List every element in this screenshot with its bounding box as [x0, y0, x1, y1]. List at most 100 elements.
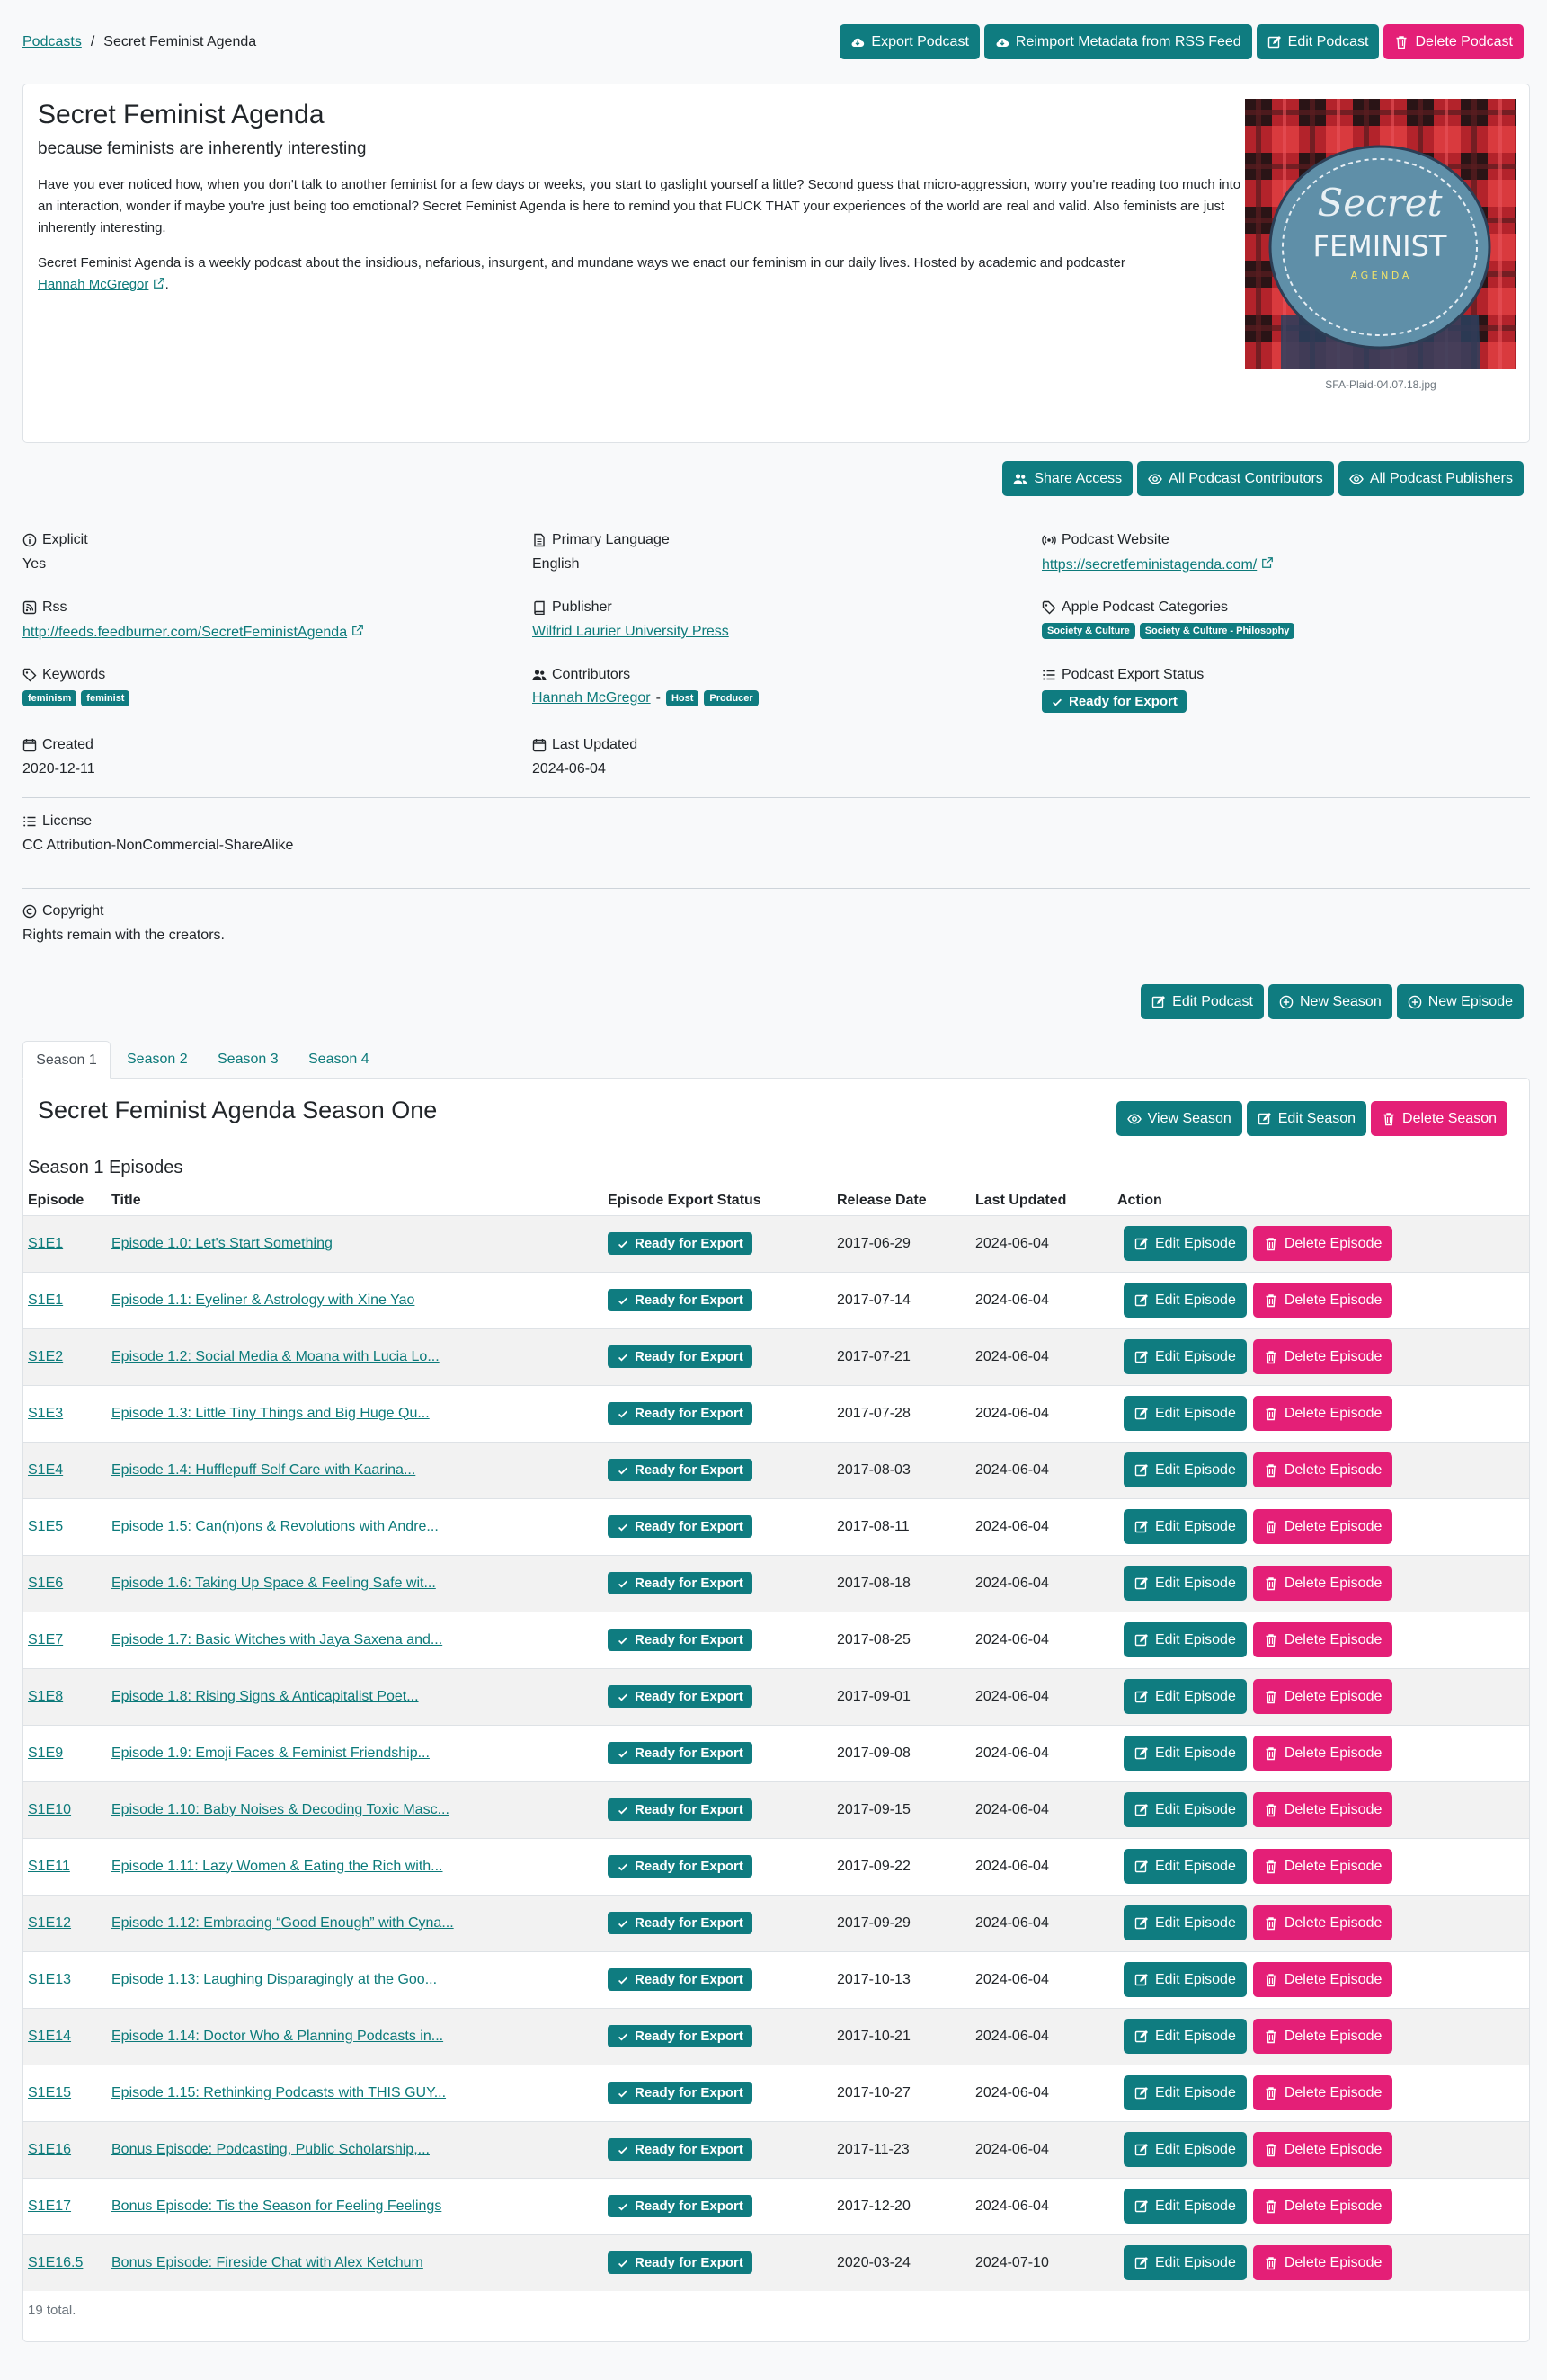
delete-episode-button[interactable]: Delete Episode: [1252, 1566, 1393, 1601]
export-podcast-button[interactable]: Export Podcast: [840, 24, 980, 59]
episode-title-link[interactable]: Episode 1.3: Little Tiny Things and Big …: [111, 1406, 430, 1421]
delete-episode-button[interactable]: Delete Episode: [1252, 1622, 1393, 1657]
edit-episode-button[interactable]: Edit Episode: [1124, 1792, 1247, 1827]
tab-season-4[interactable]: Season 4: [308, 1041, 369, 1079]
tab-season-3[interactable]: Season 3: [218, 1041, 279, 1079]
episode-title-link[interactable]: Episode 1.7: Basic Witches with Jaya Sax…: [111, 1632, 442, 1647]
edit-episode-button[interactable]: Edit Episode: [1124, 1736, 1247, 1771]
edit-episode-button[interactable]: Edit Episode: [1124, 1339, 1247, 1374]
delete-episode-button[interactable]: Delete Episode: [1252, 1962, 1393, 1997]
episode-number-link[interactable]: S1E1: [28, 1236, 63, 1251]
episode-number-link[interactable]: S1E11: [28, 1859, 70, 1874]
delete-podcast-button[interactable]: Delete Podcast: [1383, 24, 1524, 59]
contributor-link[interactable]: Hannah McGregor: [532, 690, 651, 706]
episode-title-link[interactable]: Bonus Episode: Podcasting, Public Schola…: [111, 2142, 430, 2157]
episode-number-link[interactable]: S1E3: [28, 1406, 63, 1421]
delete-episode-button[interactable]: Delete Episode: [1252, 1849, 1393, 1884]
episode-number-link[interactable]: S1E1: [28, 1292, 63, 1308]
episode-title-link[interactable]: Episode 1.14: Doctor Who & Planning Podc…: [111, 2029, 443, 2044]
host-link[interactable]: Hannah McGregor: [38, 277, 148, 292]
rss-link[interactable]: http://feeds.feedburner.com/SecretFemini…: [22, 625, 347, 640]
delete-episode-button[interactable]: Delete Episode: [1252, 2132, 1393, 2167]
episode-number-link[interactable]: S1E10: [28, 1802, 71, 1817]
edit-episode-button[interactable]: Edit Episode: [1124, 2245, 1247, 2281]
episode-number-link[interactable]: S1E4: [28, 1462, 63, 1478]
edit-podcast-button-2[interactable]: Edit Podcast: [1141, 984, 1264, 1019]
episode-title-link[interactable]: Episode 1.2: Social Media & Moana with L…: [111, 1349, 440, 1364]
episode-title-link[interactable]: Bonus Episode: Fireside Chat with Alex K…: [111, 2255, 423, 2270]
delete-episode-button[interactable]: Delete Episode: [1252, 2189, 1393, 2224]
edit-episode-button[interactable]: Edit Episode: [1124, 1452, 1247, 1488]
episode-number-link[interactable]: S1E8: [28, 1689, 63, 1704]
delete-episode-button[interactable]: Delete Episode: [1252, 1452, 1393, 1488]
delete-episode-button[interactable]: Delete Episode: [1252, 1283, 1393, 1318]
episode-number-link[interactable]: S1E14: [28, 2029, 71, 2044]
episode-number-link[interactable]: S1E16: [28, 2142, 71, 2157]
episode-number-link[interactable]: S1E13: [28, 1972, 71, 1987]
view-season-button[interactable]: View Season: [1116, 1101, 1242, 1136]
edit-episode-button[interactable]: Edit Episode: [1124, 1226, 1247, 1261]
edit-podcast-button[interactable]: Edit Podcast: [1256, 24, 1380, 59]
edit-episode-button[interactable]: Edit Episode: [1124, 1396, 1247, 1431]
episode-title-link[interactable]: Episode 1.0: Let's Start Something: [111, 1236, 333, 1251]
episode-title-link[interactable]: Episode 1.6: Taking Up Space & Feeling S…: [111, 1576, 436, 1591]
edit-episode-button[interactable]: Edit Episode: [1124, 2132, 1247, 2167]
episode-title-link[interactable]: Episode 1.10: Baby Noises & Decoding Tox…: [111, 1802, 449, 1817]
episode-title-link[interactable]: Episode 1.11: Lazy Women & Eating the Ri…: [111, 1859, 443, 1874]
delete-episode-button[interactable]: Delete Episode: [1252, 2019, 1393, 2054]
edit-episode-button[interactable]: Edit Episode: [1124, 1622, 1247, 1657]
episode-number-link[interactable]: S1E5: [28, 1519, 63, 1534]
episode-title-link[interactable]: Episode 1.13: Laughing Disparagingly at …: [111, 1972, 437, 1987]
delete-episode-button[interactable]: Delete Episode: [1252, 2245, 1393, 2281]
delete-episode-button[interactable]: Delete Episode: [1252, 1679, 1393, 1714]
tab-season-2[interactable]: Season 2: [127, 1041, 188, 1079]
all-publishers-button[interactable]: All Podcast Publishers: [1338, 461, 1524, 496]
delete-episode-button[interactable]: Delete Episode: [1252, 2075, 1393, 2110]
episode-number-link[interactable]: S1E16.5: [28, 2255, 83, 2270]
new-episode-button[interactable]: New Episode: [1396, 984, 1524, 1019]
edit-episode-button[interactable]: Edit Episode: [1124, 1905, 1247, 1940]
edit-episode-button[interactable]: Edit Episode: [1124, 1962, 1247, 1997]
episode-title-link[interactable]: Episode 1.9: Emoji Faces & Feminist Frie…: [111, 1745, 430, 1761]
episode-number-link[interactable]: S1E17: [28, 2198, 71, 2214]
episode-title-link[interactable]: Episode 1.15: Rethinking Podcasts with T…: [111, 2085, 446, 2100]
episode-number-link[interactable]: S1E2: [28, 1349, 63, 1364]
share-access-button[interactable]: Share Access: [1002, 461, 1134, 496]
delete-episode-button[interactable]: Delete Episode: [1252, 1905, 1393, 1940]
delete-season-button[interactable]: Delete Season: [1371, 1101, 1507, 1136]
edit-season-button[interactable]: Edit Season: [1246, 1101, 1367, 1136]
episode-title-link[interactable]: Episode 1.1: Eyeliner & Astrology with X…: [111, 1292, 414, 1308]
delete-episode-button[interactable]: Delete Episode: [1252, 1509, 1393, 1544]
new-season-button[interactable]: New Season: [1268, 984, 1392, 1019]
episode-cell: S1E13: [23, 1950, 111, 2008]
edit-episode-button[interactable]: Edit Episode: [1124, 2189, 1247, 2224]
delete-episode-button[interactable]: Delete Episode: [1252, 1339, 1393, 1374]
breadcrumb-podcasts-link[interactable]: Podcasts: [22, 34, 82, 50]
delete-episode-button[interactable]: Delete Episode: [1252, 1792, 1393, 1827]
publisher-link[interactable]: Wilfrid Laurier University Press: [532, 624, 729, 639]
delete-episode-button[interactable]: Delete Episode: [1252, 1226, 1393, 1261]
episode-title-link[interactable]: Episode 1.12: Embracing “Good Enough” wi…: [111, 1915, 454, 1931]
delete-episode-button[interactable]: Delete Episode: [1252, 1736, 1393, 1771]
delete-episode-button[interactable]: Delete Episode: [1252, 1396, 1393, 1431]
edit-episode-button[interactable]: Edit Episode: [1124, 1566, 1247, 1601]
tab-season-1[interactable]: Season 1: [22, 1041, 111, 1079]
episode-number-link[interactable]: S1E15: [28, 2085, 71, 2100]
episode-number-link[interactable]: S1E6: [28, 1576, 63, 1591]
reimport-metadata-button[interactable]: Reimport Metadata from RSS Feed: [983, 24, 1252, 59]
episode-title-link[interactable]: Episode 1.4: Hufflepuff Self Care with K…: [111, 1462, 415, 1478]
episode-title-link[interactable]: Bonus Episode: Tis the Season for Feelin…: [111, 2198, 441, 2214]
episode-number-link[interactable]: S1E7: [28, 1632, 63, 1647]
edit-episode-button[interactable]: Edit Episode: [1124, 1849, 1247, 1884]
all-contributors-button[interactable]: All Podcast Contributors: [1137, 461, 1334, 496]
edit-episode-button[interactable]: Edit Episode: [1124, 2019, 1247, 2054]
edit-episode-button[interactable]: Edit Episode: [1124, 1283, 1247, 1318]
episode-number-link[interactable]: S1E12: [28, 1915, 71, 1931]
episode-title-link[interactable]: Episode 1.5: Can(n)ons & Revolutions wit…: [111, 1519, 439, 1534]
edit-episode-button[interactable]: Edit Episode: [1124, 1679, 1247, 1714]
website-link[interactable]: https://secretfeministagenda.com/: [1042, 557, 1257, 573]
edit-episode-button[interactable]: Edit Episode: [1124, 2075, 1247, 2110]
episode-title-link[interactable]: Episode 1.8: Rising Signs & Anticapitali…: [111, 1689, 419, 1704]
episode-number-link[interactable]: S1E9: [28, 1745, 63, 1761]
edit-episode-button[interactable]: Edit Episode: [1124, 1509, 1247, 1544]
